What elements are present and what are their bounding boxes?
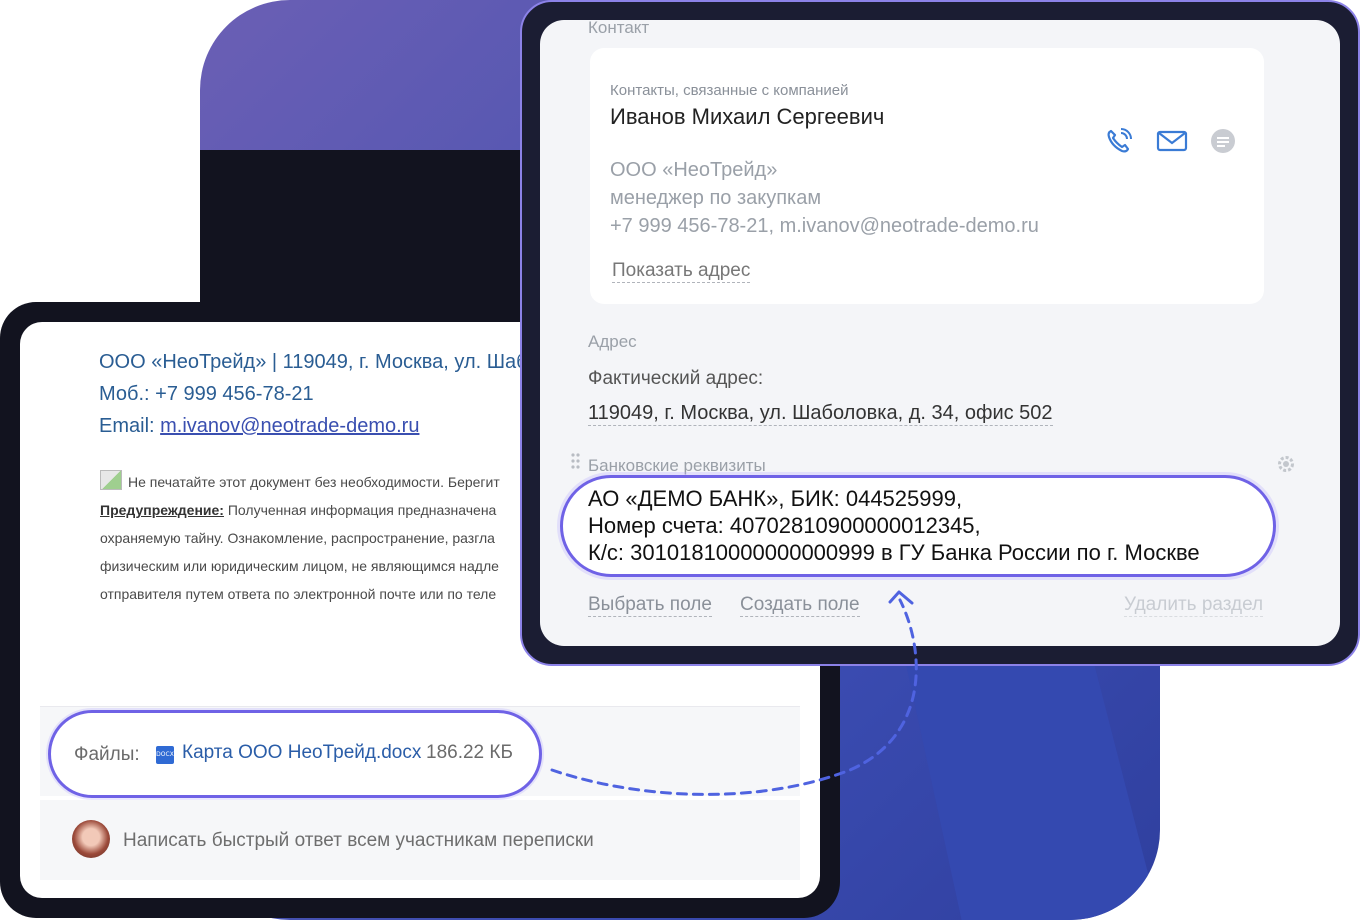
signature-email-link[interactable]: m.ivanov@neotrade-demo.ru	[160, 415, 419, 437]
fact-address-value[interactable]: 119049, г. Москва, ул. Шаболовка, д. 34,…	[588, 402, 1053, 426]
select-field-button[interactable]: Выбрать поле	[588, 594, 712, 617]
contact-related-label: Контакты, связанные с компанией	[610, 82, 849, 99]
contact-info: +7 999 456-78-21, m.ivanov@neotrade-demo…	[610, 215, 1039, 237]
delete-section-button[interactable]: Удалить раздел	[1124, 594, 1264, 617]
address-section-title: Адрес	[588, 332, 637, 351]
bank-line: АО «ДЕМО БАНК», БИК: 044525999,	[588, 486, 963, 511]
files-label: Файлы:	[74, 744, 140, 765]
quick-reply-input[interactable]: Написать быстрый ответ всем участникам п…	[123, 830, 594, 852]
attachment-link[interactable]: Карта ООО НеоТрейд.docx	[182, 742, 421, 764]
broken-image-icon	[100, 470, 122, 490]
crm-panel: Контакт Контакты, связанные с компанией …	[540, 20, 1340, 646]
contact-card: Контакты, связанные с компанией Иванов М…	[590, 48, 1264, 304]
create-field-button[interactable]: Создать поле	[740, 594, 860, 617]
signature-email: Email: m.ivanov@neotrade-demo.ru	[99, 410, 528, 442]
drag-handle-icon[interactable]	[570, 452, 580, 474]
contact-organization: ООО «НеоТрейд»	[610, 159, 778, 181]
phone-icon[interactable]	[1104, 126, 1134, 156]
signature-company: ООО «НеоТрейд» | 119049, г. Москва, ул. …	[99, 351, 528, 373]
contact-details: ООО «НеоТрейд» менеджер по закупкам +7 9…	[610, 156, 1039, 240]
bank-line: К/с: 30101810000000000999 в ГУ Банка Рос…	[588, 540, 1200, 565]
contact-position: менеджер по закупкам	[610, 187, 822, 209]
signature-phone: Моб.: +7 999 456-78-21	[99, 383, 314, 405]
disclaimer-text: Полученная информация предназначена	[223, 502, 497, 518]
gear-icon[interactable]	[1276, 454, 1296, 474]
disclaimer-text: Не печатайте этот документ без необходим…	[128, 474, 500, 490]
docx-file-icon: DOCX	[156, 746, 174, 764]
avatar	[72, 820, 110, 858]
bank-line: Номер счета: 40702810900000012345,	[588, 513, 981, 538]
show-address-link[interactable]: Показать адрес	[612, 260, 751, 283]
bank-section-title: Банковские реквизиты	[588, 456, 766, 475]
contact-name[interactable]: Иванов Михаил Сергеевич	[610, 104, 884, 130]
mail-icon[interactable]	[1156, 126, 1188, 156]
contact-section-title: Контакт	[588, 20, 650, 37]
fact-address-label: Фактический адрес:	[588, 368, 764, 389]
signature-email-label: Email:	[99, 415, 161, 437]
email-signature: ООО «НеоТрейд» | 119049, г. Москва, ул. …	[99, 346, 528, 442]
warning-label: Предупреждение:	[100, 502, 224, 518]
attachment-size: 186.22 КБ	[426, 742, 513, 763]
chat-icon[interactable]	[1208, 126, 1238, 156]
